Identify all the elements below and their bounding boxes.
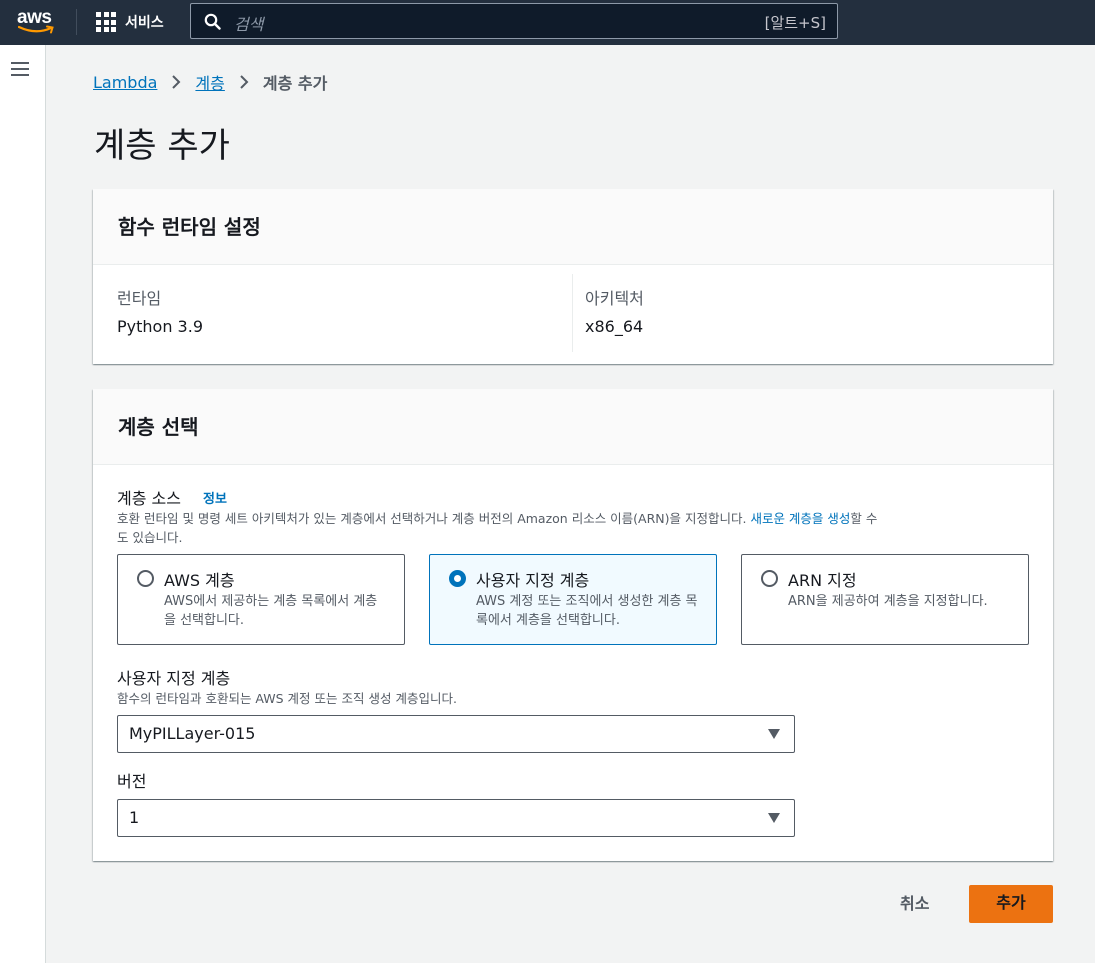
radio-button[interactable]	[137, 570, 154, 587]
layer-panel-header: 계층 선택	[93, 389, 1053, 465]
search-placeholder: 검색	[234, 15, 264, 34]
caret-down-icon	[768, 813, 780, 823]
layer-source-description-end: 도 있습니다.	[117, 530, 183, 545]
nav-divider	[76, 9, 77, 35]
hamburger-menu-icon[interactable]	[11, 62, 29, 76]
custom-layer-select[interactable]: MyPILLayer-015	[117, 715, 795, 753]
layer-panel-title: 계층 선택	[118, 415, 199, 439]
option-description: AWS에서 제공하는 계층 목록에서 계층을 선택합니다.	[164, 594, 378, 628]
search-input[interactable]: 검색 [알트+S]	[190, 3, 838, 39]
option-description: ARN을 제공하여 계층을 지정합니다.	[788, 594, 988, 609]
chevron-right-icon	[172, 75, 181, 89]
layer-source-label: 계층 소스	[117, 489, 181, 508]
architecture-label: 아키텍처	[585, 289, 644, 308]
radio-button[interactable]	[761, 570, 778, 587]
custom-layer-selected-value: MyPILLayer-015	[129, 724, 256, 743]
runtime-panel-header: 함수 런타임 설정	[93, 189, 1053, 265]
layer-source-description: 호환 런타임 및 명령 세트 아키텍처가 있는 계층에서 선택하거나 계층 버전…	[117, 509, 1037, 547]
runtime-settings-panel: 함수 런타임 설정 런타임 Python 3.9 아키텍처 x86_64	[93, 189, 1053, 364]
services-label: 서비스	[125, 15, 164, 31]
aws-logo[interactable]: aws	[17, 7, 57, 37]
services-menu-button[interactable]: 서비스	[96, 10, 164, 34]
layer-source-option-aws[interactable]: AWS 계층 AWS에서 제공하는 계층 목록에서 계층을 선택합니다.	[117, 554, 405, 645]
breadcrumb: Lambda 계층 계층 추가	[93, 70, 328, 94]
layer-source-description-text: 호환 런타임 및 명령 세트 아키텍처가 있는 계층에서 선택하거나 계층 버전…	[117, 511, 747, 526]
architecture-field: 아키텍처 x86_64	[585, 285, 644, 336]
breadcrumb-layers[interactable]: 계층	[195, 70, 224, 94]
custom-layer-label: 사용자 지정 계층	[117, 669, 231, 688]
breadcrumb-current: 계층 추가	[262, 74, 328, 93]
layer-source-option-custom[interactable]: 사용자 지정 계층 AWS 계정 또는 조직에서 생성한 계층 목록에서 계층을…	[429, 554, 717, 645]
version-selected-value: 1	[129, 808, 140, 827]
runtime-field: 런타임 Python 3.9	[117, 285, 203, 336]
create-new-layer-link[interactable]: 새로운 계층을 생성	[750, 511, 850, 526]
aws-smile-icon	[18, 25, 54, 34]
option-label: ARN 지정	[788, 571, 857, 590]
option-label: 사용자 지정 계층	[476, 571, 590, 590]
column-divider	[572, 274, 573, 352]
side-navigation-rail	[0, 45, 46, 963]
chevron-right-icon	[240, 75, 249, 89]
version-label: 버전	[117, 772, 147, 791]
search-shortcut: [알트+S]	[764, 14, 826, 32]
choose-layer-panel: 계층 선택 계층 소스 정보 호환 런타임 및 명령 세트 아키텍처가 있는 계…	[93, 389, 1053, 861]
search-icon	[204, 13, 221, 30]
runtime-value: Python 3.9	[117, 317, 203, 336]
top-navigation: aws 서비스 검색 [알트+S]	[0, 0, 1095, 45]
layer-source-description-suffix: 할 수	[850, 511, 878, 526]
grid-icon	[96, 12, 116, 32]
page-title: 계층 추가	[94, 126, 230, 166]
runtime-label: 런타임	[117, 289, 162, 308]
architecture-value: x86_64	[585, 317, 644, 336]
layer-source-option-arn[interactable]: ARN 지정 ARN을 제공하여 계층을 지정합니다.	[741, 554, 1029, 645]
runtime-panel-title: 함수 런타임 설정	[118, 215, 261, 239]
option-description: AWS 계정 또는 조직에서 생성한 계층 목록에서 계층을 선택합니다.	[476, 594, 698, 628]
cancel-button[interactable]: 취소	[900, 890, 929, 914]
option-label: AWS 계층	[164, 571, 235, 590]
custom-layer-description: 함수의 런타임과 호환되는 AWS 계정 또는 조직 생성 계층입니다.	[117, 691, 457, 706]
add-button[interactable]: 추가	[969, 885, 1053, 923]
breadcrumb-lambda[interactable]: Lambda	[93, 73, 157, 92]
caret-down-icon	[768, 729, 780, 739]
version-select[interactable]: 1	[117, 799, 795, 837]
info-link[interactable]: 정보	[203, 488, 227, 507]
radio-button-selected[interactable]	[449, 570, 466, 587]
